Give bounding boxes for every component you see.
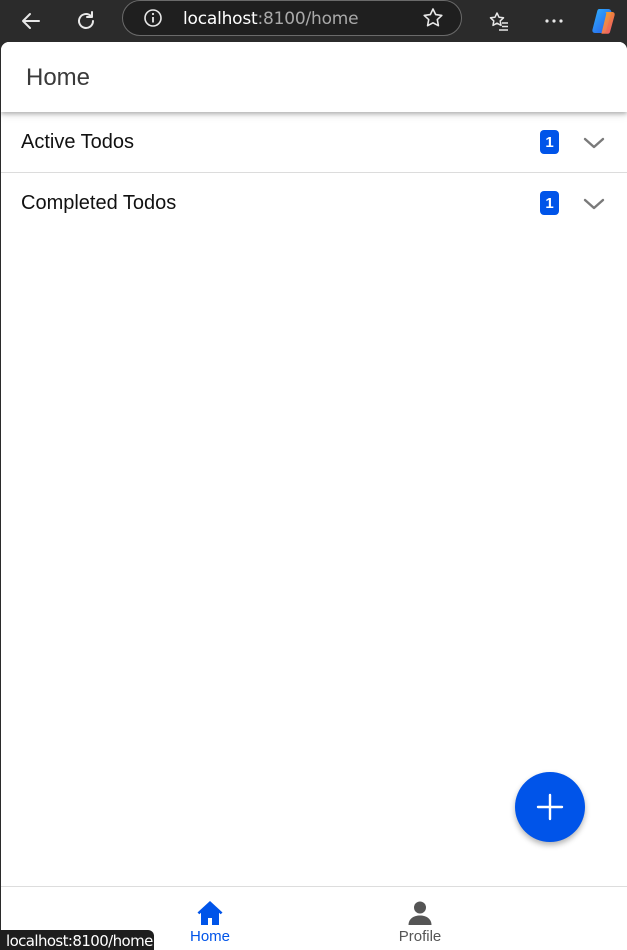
chevron-down-icon[interactable] xyxy=(581,130,607,156)
header-toolbar: Home xyxy=(1,42,627,112)
person-icon xyxy=(408,901,432,925)
copilot-button[interactable] xyxy=(588,4,622,38)
tab-profile[interactable]: Profile xyxy=(350,887,490,950)
add-icon xyxy=(536,793,564,821)
copilot-icon xyxy=(592,9,615,34)
page-title: Home xyxy=(26,64,91,91)
home-icon xyxy=(197,901,223,925)
back-arrow-icon xyxy=(22,13,40,29)
url-path: :8100/home xyxy=(257,9,359,29)
reload-icon xyxy=(78,11,94,29)
more-icon xyxy=(545,19,563,23)
tab-home[interactable]: Home xyxy=(140,887,280,950)
more-button[interactable] xyxy=(537,4,571,38)
tab-label: Profile xyxy=(398,928,442,945)
address-bar[interactable]: localhost:8100/home xyxy=(122,0,462,36)
tab-label: Home xyxy=(189,928,230,945)
url-host: localhost xyxy=(183,9,258,29)
favorites-button[interactable] xyxy=(482,4,516,38)
back-button[interactable] xyxy=(14,4,48,38)
count-badge: 1 xyxy=(540,191,559,215)
url-text[interactable]: localhost:8100/home xyxy=(183,9,359,29)
add-todo-button[interactable] xyxy=(515,772,585,842)
chevron-down-icon[interactable] xyxy=(581,191,607,217)
star-icon[interactable] xyxy=(421,6,445,30)
reload-button[interactable] xyxy=(69,4,103,38)
accordion-completed-todos[interactable]: Completed Todos 1 xyxy=(1,173,627,234)
browser-toolbar: localhost:8100/home xyxy=(0,0,627,42)
status-bar-url: localhost:8100/home xyxy=(0,930,154,950)
accordion-label: Active Todos xyxy=(21,131,135,153)
app-viewport: Home Active Todos 1 Completed Todos 1 Ho… xyxy=(1,42,627,950)
count-badge: 1 xyxy=(540,130,559,154)
accordion-active-todos[interactable]: Active Todos 1 xyxy=(1,112,627,173)
info-icon[interactable] xyxy=(143,8,163,28)
favorites-icon xyxy=(489,12,508,31)
accordion-label: Completed Todos xyxy=(21,192,177,214)
